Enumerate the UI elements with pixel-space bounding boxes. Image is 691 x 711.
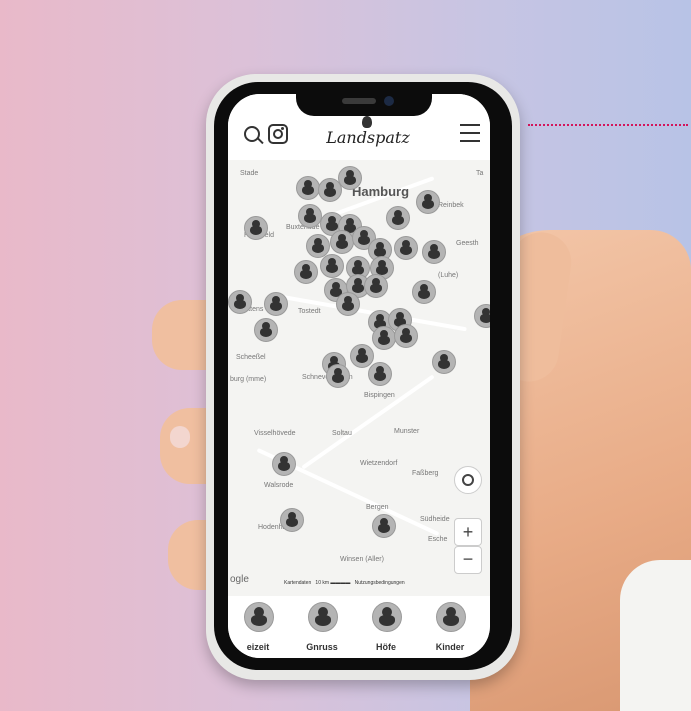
map-label: Tostedt xyxy=(298,308,321,315)
map-marker[interactable] xyxy=(422,240,446,264)
category-freizeit[interactable]: eizeit xyxy=(228,596,288,658)
map-label: Bergen xyxy=(366,504,389,511)
map-data-link[interactable]: Kartendaten xyxy=(284,580,311,586)
map-label: Esche xyxy=(428,536,448,543)
zoom-out-button[interactable]: − xyxy=(454,546,482,574)
map-marker[interactable] xyxy=(318,178,342,202)
zoom-in-button[interactable]: + xyxy=(454,518,482,546)
map-road xyxy=(301,374,435,470)
category-icon xyxy=(436,602,466,632)
map-marker[interactable] xyxy=(272,452,296,476)
category-label: Gnruss xyxy=(306,642,338,652)
category-kinder[interactable]: Kinder xyxy=(420,596,480,658)
map-label: Geesth xyxy=(456,240,479,247)
phone-speaker xyxy=(342,98,376,104)
map-marker[interactable] xyxy=(280,508,304,532)
map-label: burg (mme) xyxy=(230,376,267,383)
map-marker[interactable] xyxy=(394,324,418,348)
map-marker[interactable] xyxy=(372,514,396,538)
map-marker[interactable] xyxy=(330,230,354,254)
map-label: Munster xyxy=(394,428,420,435)
logo-pin-icon xyxy=(362,116,372,128)
map-label: Walsrode xyxy=(264,482,294,489)
map-marker[interactable] xyxy=(350,344,374,368)
map-marker[interactable] xyxy=(364,274,388,298)
hamburger-menu-icon[interactable] xyxy=(460,124,480,142)
map-label: (Luhe) xyxy=(438,272,459,279)
map-label: Hamburg xyxy=(352,184,410,199)
category-icon xyxy=(244,602,274,632)
map[interactable]: Stade Hamburg Buxtehude Harsefeld Reinbe… xyxy=(228,160,490,596)
dotted-line-decoration xyxy=(528,124,688,126)
map-label: Soltau xyxy=(332,430,352,437)
map-marker[interactable] xyxy=(254,318,278,342)
map-marker[interactable] xyxy=(296,176,320,200)
logo-text: Landspatz xyxy=(326,128,410,147)
map-label: Faßberg xyxy=(412,470,439,477)
map-marker[interactable] xyxy=(432,350,456,374)
category-label: eizeit xyxy=(246,642,270,652)
map-label: Ta xyxy=(476,170,484,177)
category-label: Höfe xyxy=(376,642,396,652)
locate-me-button[interactable] xyxy=(454,466,482,494)
map-marker[interactable] xyxy=(368,362,392,386)
map-marker[interactable] xyxy=(372,326,396,350)
map-label: Winsen (Aller) xyxy=(340,556,384,563)
map-marker[interactable] xyxy=(326,364,350,388)
map-attribution: Kartendaten 10 km ▬▬▬▬ Nutzungsbedingung… xyxy=(284,580,405,586)
map-marker[interactable] xyxy=(474,304,490,328)
map-label: Wietzendorf xyxy=(360,460,398,467)
category-hoefe[interactable]: Höfe xyxy=(356,596,416,658)
map-label: Visselhövede xyxy=(254,430,296,437)
instagram-icon[interactable] xyxy=(268,124,288,144)
map-label: Bispingen xyxy=(364,392,395,399)
phone-camera xyxy=(384,96,394,106)
map-marker[interactable] xyxy=(294,260,318,284)
sleeve xyxy=(620,560,691,711)
google-logo: ogle xyxy=(230,574,249,585)
search-icon[interactable] xyxy=(244,126,260,142)
scale-label: 10 km xyxy=(315,580,330,586)
map-marker[interactable] xyxy=(264,292,288,316)
category-icon xyxy=(308,602,338,632)
map-label: Scheeßel xyxy=(236,354,266,361)
map-marker[interactable] xyxy=(336,292,360,316)
category-label: Kinder xyxy=(435,642,465,652)
fingernail xyxy=(170,426,190,448)
map-marker[interactable] xyxy=(244,216,268,240)
map-label: Reinbek xyxy=(438,202,464,209)
map-marker[interactable] xyxy=(298,204,322,228)
map-marker[interactable] xyxy=(394,236,418,260)
map-marker[interactable] xyxy=(416,190,440,214)
category-genuss[interactable]: Gnruss xyxy=(292,596,352,658)
category-bar: eizeit Gnruss Höfe Kinder xyxy=(228,596,490,658)
map-label: Stade xyxy=(240,170,259,177)
map-marker[interactable] xyxy=(386,206,410,230)
map-marker[interactable] xyxy=(228,290,252,314)
logo[interactable]: Landspatz xyxy=(326,116,410,152)
phone-screen: Landspatz Stade Hamburg Buxtehude Harsef… xyxy=(228,94,490,658)
category-icon xyxy=(372,602,402,632)
map-label: Südheide xyxy=(420,516,450,523)
terms-link[interactable]: Nutzungsbedingungen xyxy=(355,580,405,586)
map-marker[interactable] xyxy=(412,280,436,304)
map-marker[interactable] xyxy=(320,254,344,278)
